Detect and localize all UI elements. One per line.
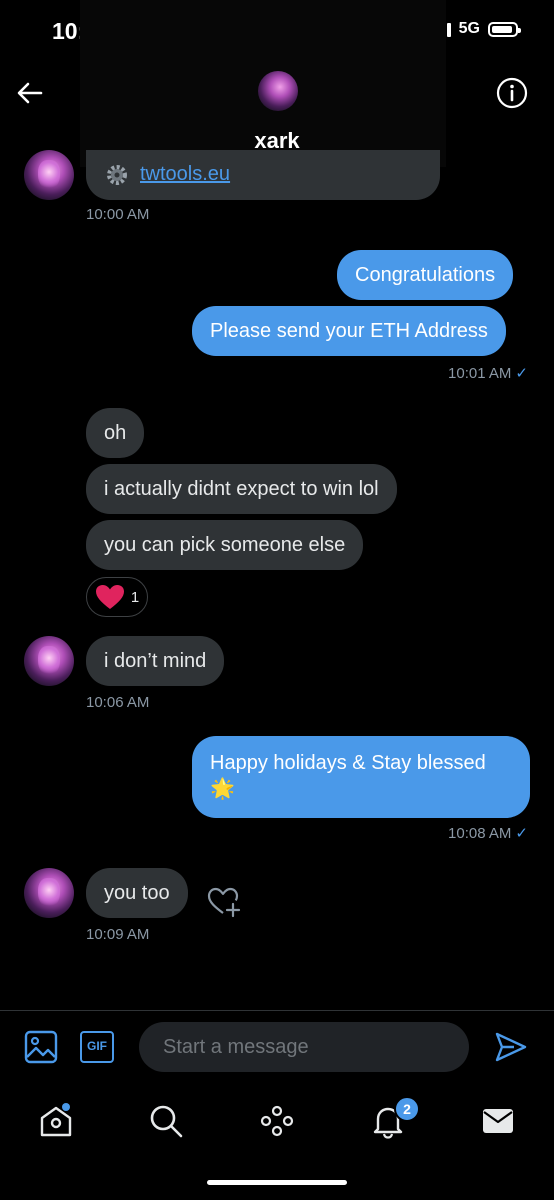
message-meta: 10:08 AM ✓: [448, 824, 528, 843]
send-button[interactable]: [494, 1030, 528, 1064]
home-icon: [40, 1103, 72, 1137]
incoming-message-bubble[interactable]: i don’t mind: [86, 636, 225, 686]
gif-button[interactable]: GIF: [80, 1031, 114, 1063]
message-text: Happy holidays & Stay blessed: [210, 752, 486, 774]
contact-avatar[interactable]: [24, 636, 74, 686]
contact-avatar[interactable]: [24, 150, 74, 200]
gear-icon: [104, 162, 130, 188]
image-icon: [24, 1030, 58, 1064]
incoming-message-bubble[interactable]: oh: [86, 408, 145, 458]
add-reaction-button[interactable]: [206, 885, 242, 919]
network-type: 5G: [458, 20, 480, 37]
search-icon: [150, 1105, 183, 1138]
image-button[interactable]: [24, 1030, 58, 1064]
outgoing-message-bubble[interactable]: Happy holidays & Stay blessed 🌟: [192, 736, 530, 818]
read-check-icon: ✓: [515, 825, 528, 842]
reaction-count: 1: [130, 588, 140, 606]
tab-home[interactable]: [38, 1103, 74, 1139]
home-indicator: [207, 1180, 347, 1185]
message-timestamp: 10:08 AM: [448, 824, 512, 842]
message-meta: 10:01 AM ✓: [448, 364, 528, 383]
envelope-icon: [483, 1109, 513, 1133]
outgoing-message-bubble[interactable]: Congratulations: [337, 250, 514, 300]
info-icon: [496, 77, 528, 109]
tab-messages[interactable]: [480, 1103, 516, 1139]
notification-badge: 2: [394, 1096, 420, 1122]
back-button[interactable]: [14, 77, 46, 109]
message-input[interactable]: Start a message: [139, 1022, 469, 1072]
reaction-chip[interactable]: 1: [86, 577, 148, 617]
message-timestamp: 10:01 AM: [448, 364, 512, 382]
send-icon: [495, 1032, 527, 1062]
star-emoji: 🌟: [210, 778, 235, 800]
tab-search[interactable]: [148, 1103, 184, 1139]
back-arrow-icon: [17, 82, 43, 104]
outgoing-message-bubble[interactable]: Please send your ETH Address: [192, 306, 506, 356]
heart-icon: [95, 585, 124, 609]
info-button[interactable]: [496, 77, 528, 109]
header-avatar[interactable]: [258, 71, 298, 111]
tab-spaces[interactable]: [259, 1103, 295, 1139]
heart-plus-icon: [207, 887, 241, 918]
message-timestamp: 10:06 AM: [86, 694, 150, 711]
composer-divider: [0, 1010, 554, 1011]
spaces-icon: [260, 1105, 294, 1137]
battery-icon: [488, 21, 521, 37]
contact-avatar[interactable]: [24, 868, 74, 918]
read-check-icon: ✓: [515, 365, 528, 382]
message-timestamp: 10:09 AM: [86, 926, 150, 943]
incoming-message-bubble[interactable]: i actually didnt expect to win lol: [86, 464, 397, 514]
incoming-message-bubble[interactable]: you can pick someone else: [86, 520, 364, 570]
incoming-message-bubble[interactable]: you too: [86, 868, 188, 918]
message-timestamp: 10:00 AM: [86, 206, 150, 223]
link-text[interactable]: twtools.eu: [140, 163, 230, 186]
